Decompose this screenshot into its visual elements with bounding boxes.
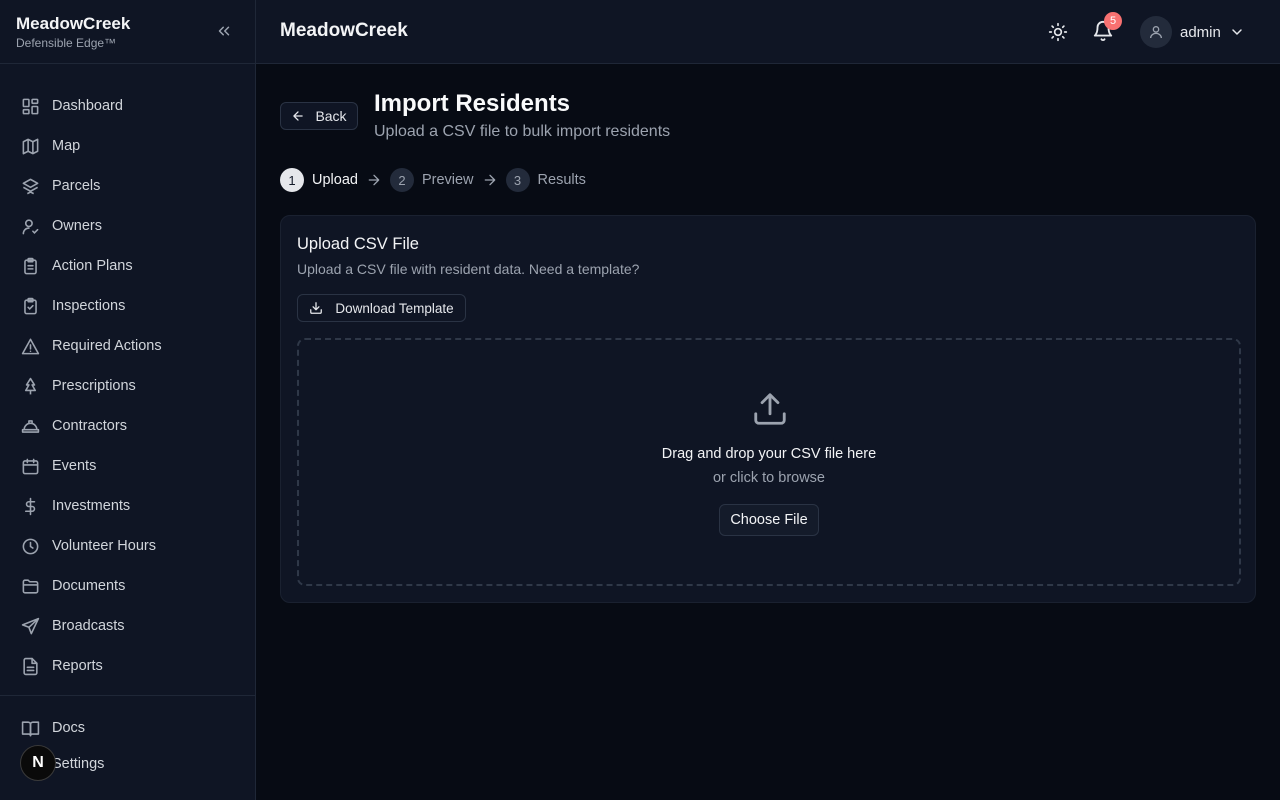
choose-file-button[interactable]: Choose File bbox=[719, 504, 819, 536]
notification-badge: 5 bbox=[1104, 12, 1122, 30]
sidebar-item-label: Reports bbox=[52, 658, 103, 674]
top-header: MeadowCreek 5 admin bbox=[256, 0, 1280, 64]
sidebar-item-label: Volunteer Hours bbox=[52, 538, 156, 554]
sidebar: MeadowCreek Defensible Edge™ Dashboard M… bbox=[0, 0, 256, 800]
collapse-sidebar-icon[interactable] bbox=[215, 22, 233, 40]
app-root: MeadowCreek Defensible Edge™ Dashboard M… bbox=[0, 0, 1280, 800]
brand-name: MeadowCreek bbox=[16, 14, 131, 33]
sidebar-item-reports[interactable]: Reports bbox=[0, 646, 255, 686]
step-3-label: Results bbox=[537, 172, 586, 188]
file-dropzone[interactable]: Drag and drop your CSV file here or clic… bbox=[297, 338, 1241, 586]
sidebar-item-parcels[interactable]: Parcels bbox=[0, 166, 255, 206]
dollar-icon bbox=[20, 496, 40, 516]
user-menu[interactable]: admin bbox=[1140, 16, 1245, 48]
step-1-label: Upload bbox=[312, 172, 358, 188]
arrow-right-icon bbox=[368, 174, 380, 186]
sidebar-item-map[interactable]: Map bbox=[0, 126, 255, 166]
clipboard-list-icon bbox=[20, 256, 40, 276]
alert-triangle-icon bbox=[20, 336, 40, 356]
brand: MeadowCreek Defensible Edge™ bbox=[0, 0, 255, 64]
download-template-button[interactable]: Download Template bbox=[297, 294, 466, 322]
download-template-label: Download Template bbox=[335, 300, 454, 316]
upload-icon bbox=[751, 390, 789, 428]
chevron-down-icon bbox=[1232, 29, 1242, 36]
send-icon bbox=[20, 616, 40, 636]
sidebar-item-action-plans[interactable]: Action Plans bbox=[0, 246, 255, 286]
sidebar-item-label: Inspections bbox=[52, 298, 126, 314]
hard-hat-icon bbox=[20, 416, 40, 436]
user-icon bbox=[1150, 26, 1162, 39]
card-description: Upload a CSV file with resident data. Ne… bbox=[297, 261, 640, 277]
sidebar-item-label: Documents bbox=[52, 578, 126, 594]
avatar bbox=[1140, 16, 1172, 48]
sidebar-nav: Dashboard Map Parcels Owners Action Plan… bbox=[0, 64, 255, 686]
sidebar-item-docs[interactable]: Docs bbox=[0, 710, 255, 746]
sidebar-item-label: Contractors bbox=[52, 418, 127, 434]
user-name: admin bbox=[1180, 23, 1221, 41]
header-title: MeadowCreek bbox=[280, 20, 408, 41]
back-button[interactable]: Back bbox=[280, 102, 358, 130]
sidebar-item-documents[interactable]: Documents bbox=[0, 566, 255, 606]
user-check-icon bbox=[20, 216, 40, 236]
sidebar-item-inspections[interactable]: Inspections bbox=[0, 286, 255, 326]
sidebar-item-label: Investments bbox=[52, 498, 131, 514]
upload-card: Upload CSV File Upload a CSV file with r… bbox=[280, 215, 1256, 603]
step-3-number: 3 bbox=[505, 168, 530, 192]
sidebar-item-label: Parcels bbox=[52, 178, 101, 194]
sidebar-item-prescriptions[interactable]: Prescriptions bbox=[0, 366, 255, 406]
step-1-number: 1 bbox=[280, 168, 304, 192]
sidebar-item-owners[interactable]: Owners bbox=[0, 206, 255, 246]
sidebar-item-dashboard[interactable]: Dashboard bbox=[0, 86, 255, 126]
sidebar-item-label: Dashboard bbox=[52, 98, 123, 114]
sun-icon[interactable] bbox=[1048, 22, 1068, 42]
sidebar-item-broadcasts[interactable]: Broadcasts bbox=[0, 606, 255, 646]
tree-icon bbox=[20, 376, 40, 396]
step-2-label: Preview bbox=[421, 172, 474, 188]
file-text-icon bbox=[20, 656, 40, 676]
calendar-icon bbox=[20, 456, 40, 476]
book-icon bbox=[20, 718, 40, 738]
brand-tagline: Defensible Edge™ bbox=[16, 36, 117, 50]
clock-icon bbox=[20, 536, 40, 556]
sidebar-item-label: Events bbox=[52, 458, 97, 474]
sidebar-item-label: Required Actions bbox=[52, 338, 162, 354]
card-title: Upload CSV File bbox=[297, 235, 419, 253]
folder-icon bbox=[20, 576, 40, 596]
sidebar-item-required-actions[interactable]: Required Actions bbox=[0, 326, 255, 366]
stepper: 1 Upload 2 Preview 3 Results bbox=[280, 168, 586, 192]
sidebar-item-label: Owners bbox=[52, 218, 102, 234]
dropzone-title: Drag and drop your CSV file here bbox=[661, 446, 877, 462]
main-content: Back Import Residents Upload a CSV file … bbox=[256, 64, 1280, 800]
sidebar-item-label: Prescriptions bbox=[52, 378, 136, 394]
sidebar-item-investments[interactable]: Investments bbox=[0, 486, 255, 526]
map-icon bbox=[20, 136, 40, 156]
page-title: Import Residents bbox=[374, 90, 571, 117]
download-icon bbox=[310, 302, 323, 314]
step-2-number: 2 bbox=[389, 168, 414, 192]
sidebar-item-label: Action Plans bbox=[52, 258, 133, 274]
back-label: Back bbox=[315, 108, 347, 124]
arrow-left-icon bbox=[293, 111, 304, 121]
sidebar-item-contractors[interactable]: Contractors bbox=[0, 406, 255, 446]
sidebar-item-events[interactable]: Events bbox=[0, 446, 255, 486]
dashboard-icon bbox=[20, 96, 40, 116]
sidebar-item-label: Settings bbox=[52, 756, 105, 772]
page-subtitle: Upload a CSV file to bulk import residen… bbox=[374, 123, 671, 140]
dropzone-subtitle: or click to browse bbox=[712, 470, 825, 486]
sidebar-item-label: Map bbox=[52, 138, 81, 154]
clipboard-check-icon bbox=[20, 296, 40, 316]
sidebar-item-label: Docs bbox=[52, 720, 86, 736]
layers-icon bbox=[20, 176, 40, 196]
arrow-right-icon bbox=[484, 174, 495, 186]
sidebar-item-label: Broadcasts bbox=[52, 618, 125, 634]
sidebar-item-volunteer-hours[interactable]: Volunteer Hours bbox=[0, 526, 255, 566]
n-badge[interactable]: N bbox=[20, 745, 56, 781]
